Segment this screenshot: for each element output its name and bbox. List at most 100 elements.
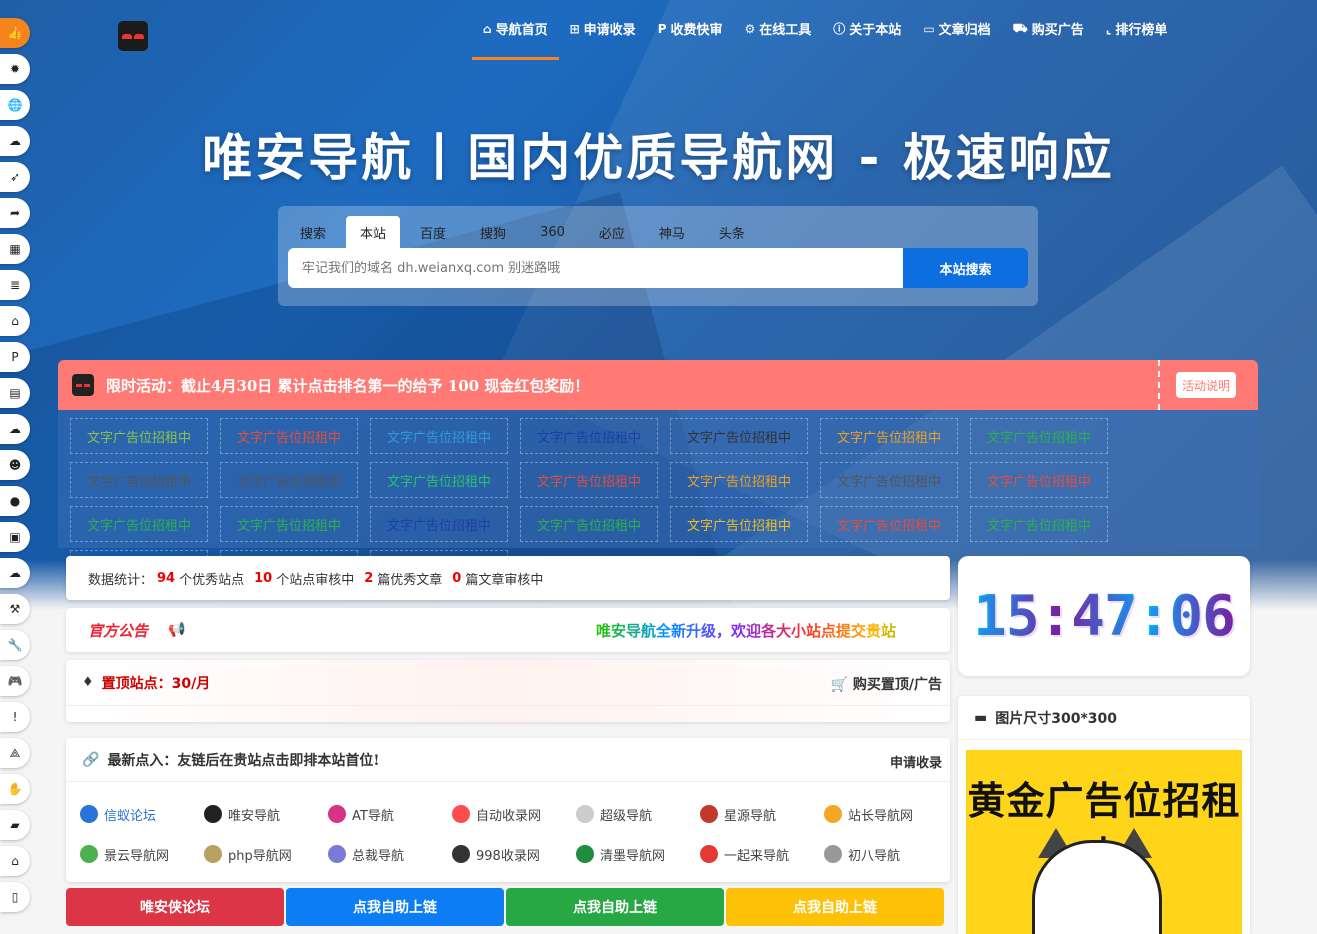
- database-icon[interactable]: ≣: [0, 270, 30, 300]
- site-favicon-icon: [576, 845, 594, 863]
- text-ad-slot[interactable]: 文字广告位招租中: [520, 506, 658, 542]
- recent-link[interactable]: 超级导航: [576, 794, 700, 834]
- search-panel: 搜索本站百度搜狗360必应神马头条 本站搜索: [278, 206, 1038, 306]
- text-ad-slot[interactable]: 文字广告位招租中: [70, 462, 208, 498]
- search-tab[interactable]: 本站: [346, 216, 401, 248]
- text-ad-slot[interactable]: 文字广告位招租中: [820, 462, 958, 498]
- gamepad-icon[interactable]: 🎮: [0, 666, 30, 696]
- clock-time: 15:47:06: [973, 583, 1236, 649]
- search-tab[interactable]: 必应: [585, 216, 639, 248]
- recent-link-label: 总裁导航: [352, 848, 405, 864]
- text-ad-slot[interactable]: 文字广告位招租中: [520, 462, 658, 498]
- comment-icon[interactable]: ●: [0, 486, 30, 516]
- info-icon[interactable]: !: [0, 702, 30, 732]
- parking-icon[interactable]: P: [0, 342, 30, 372]
- recent-link[interactable]: AT导航: [328, 794, 452, 834]
- recent-link[interactable]: 清墨导航网: [576, 834, 700, 874]
- cloud-icon-2[interactable]: ☁: [0, 558, 30, 588]
- film-icon[interactable]: ▦: [0, 234, 30, 264]
- cloud-download-icon[interactable]: ☁: [0, 414, 30, 444]
- handshake-icon[interactable]: ✋: [0, 774, 30, 804]
- search-tab[interactable]: 360: [526, 216, 579, 248]
- nav-item[interactable]: ⌂ 导航首页: [472, 0, 559, 60]
- self-link-button[interactable]: 点我自助上链: [506, 888, 724, 926]
- search-button[interactable]: 本站搜索: [903, 248, 1028, 288]
- recent-link[interactable]: 998收录网: [452, 834, 576, 874]
- text-ad-slot[interactable]: 文字广告位招租中: [220, 418, 358, 454]
- book-icon[interactable]: ▤: [0, 378, 30, 408]
- text-ad-slot[interactable]: 文字广告位招租中: [70, 418, 208, 454]
- bug-icon[interactable]: ✹: [0, 54, 30, 84]
- buy-pinned-text: 购买置顶/广告: [852, 677, 942, 693]
- search-tab[interactable]: 神马: [645, 216, 699, 248]
- buy-pinned-link[interactable]: 🛒 购买置顶/广告: [831, 674, 942, 694]
- recent-link-label: AT导航: [352, 808, 394, 824]
- nav-icon: ▭: [923, 21, 935, 36]
- promo-info-button[interactable]: 活动说明: [1176, 372, 1237, 398]
- text-ad-slot[interactable]: 文字广告位招租中: [970, 506, 1108, 542]
- text-ad-slot[interactable]: 文字广告位招租中: [370, 418, 508, 454]
- nav-item[interactable]: ⛟ 购买广告: [1002, 0, 1095, 60]
- text-ad-slot[interactable]: 文字广告位招租中: [370, 462, 508, 498]
- recent-link-label: 998收录网: [476, 848, 540, 864]
- text-ad-slot[interactable]: 文字广告位招租中: [970, 418, 1108, 454]
- text-ad-slot[interactable]: 文字广告位招租中: [220, 506, 358, 542]
- nav-item[interactable]: ▭ 文章归档: [912, 0, 1001, 60]
- gavel-icon[interactable]: ⚒: [0, 594, 30, 624]
- recent-link[interactable]: 总裁导航: [328, 834, 452, 874]
- recent-link[interactable]: 初八导航: [824, 834, 948, 874]
- shopping-bag-icon[interactable]: ▰: [0, 810, 30, 840]
- share-icon[interactable]: ➦: [0, 198, 30, 228]
- wrench-icon[interactable]: 🔧: [0, 630, 30, 660]
- search-tab[interactable]: 搜索: [286, 216, 340, 248]
- users-icon[interactable]: ☻: [0, 450, 30, 480]
- text-ad-slot[interactable]: 文字广告位招租中: [370, 506, 508, 542]
- text-ad-slot[interactable]: 文字广告位招租中: [70, 506, 208, 542]
- apply-link[interactable]: 申请收录: [890, 752, 942, 771]
- announcement-marquee[interactable]: 唯安导航全新升级，欢迎各大小站点提交贵站: [596, 620, 942, 641]
- search-input[interactable]: [288, 248, 903, 288]
- sitemap-icon[interactable]: ⟁: [0, 738, 30, 768]
- recent-link[interactable]: 景云导航网: [80, 834, 204, 874]
- text-ad-slot[interactable]: 文字广告位招租中: [520, 418, 658, 454]
- site-logo[interactable]: [118, 21, 148, 51]
- self-link-button[interactable]: 唯安侠论坛: [66, 888, 284, 926]
- promo-logo-eye: [76, 383, 82, 387]
- nav-item[interactable]: P 收费快审: [647, 0, 734, 60]
- image-ad-banner[interactable]: 黄金广告位招租中: [966, 750, 1242, 934]
- search-tab[interactable]: 头条: [705, 216, 759, 248]
- globe-icon[interactable]: 🌐: [0, 90, 30, 120]
- site-favicon-icon: [824, 805, 842, 823]
- stats-num: 10: [254, 570, 273, 586]
- text-ad-slot[interactable]: 文字广告位招租中: [670, 506, 808, 542]
- text-ad-slot[interactable]: 文字广告位招租中: [820, 506, 958, 542]
- recent-link[interactable]: 一起来导航: [700, 834, 824, 874]
- search-tab[interactable]: 百度: [406, 216, 460, 248]
- nav-item[interactable]: ⓘ 关于本站: [822, 0, 912, 60]
- trash-icon[interactable]: ▣: [0, 522, 30, 552]
- bank-icon-2[interactable]: ⌂: [0, 846, 30, 876]
- text-ad-slot[interactable]: 文字广告位招租中: [670, 418, 808, 454]
- recent-link[interactable]: 星源导航: [700, 794, 824, 834]
- recent-link[interactable]: 唯安导航: [204, 794, 328, 834]
- self-link-button[interactable]: 点我自助上链: [726, 888, 944, 926]
- diamond-icon: ♦: [82, 675, 94, 690]
- self-link-button[interactable]: 点我自助上链: [286, 888, 504, 926]
- nav-icon: ⚙: [744, 21, 756, 36]
- recent-link[interactable]: 信蚁论坛: [80, 794, 204, 834]
- text-ad-slot[interactable]: 文字广告位招租中: [970, 462, 1108, 498]
- nav-item[interactable]: ⊞ 申请收录: [559, 0, 647, 60]
- nav-item[interactable]: ⚙ 在线工具: [734, 0, 823, 60]
- bank-icon[interactable]: ⌂: [0, 306, 30, 336]
- recent-link[interactable]: 自动收录网: [452, 794, 576, 834]
- search-tab[interactable]: 搜狗: [466, 216, 520, 248]
- recent-link[interactable]: php导航网: [204, 834, 328, 874]
- recent-link[interactable]: 站长导航网: [824, 794, 948, 834]
- text-ad-slot[interactable]: 文字广告位招租中: [820, 418, 958, 454]
- text-ad-slot[interactable]: 文字广告位招租中: [670, 462, 808, 498]
- stats-prefix: 数据统计：: [88, 572, 154, 588]
- file-icon[interactable]: ▯: [0, 882, 30, 912]
- nav-item[interactable]: ⌞ 排行榜单: [1095, 0, 1179, 60]
- thumbs-up-icon[interactable]: 👍: [0, 18, 30, 48]
- text-ad-slot[interactable]: 文字广告位招租中: [220, 462, 358, 498]
